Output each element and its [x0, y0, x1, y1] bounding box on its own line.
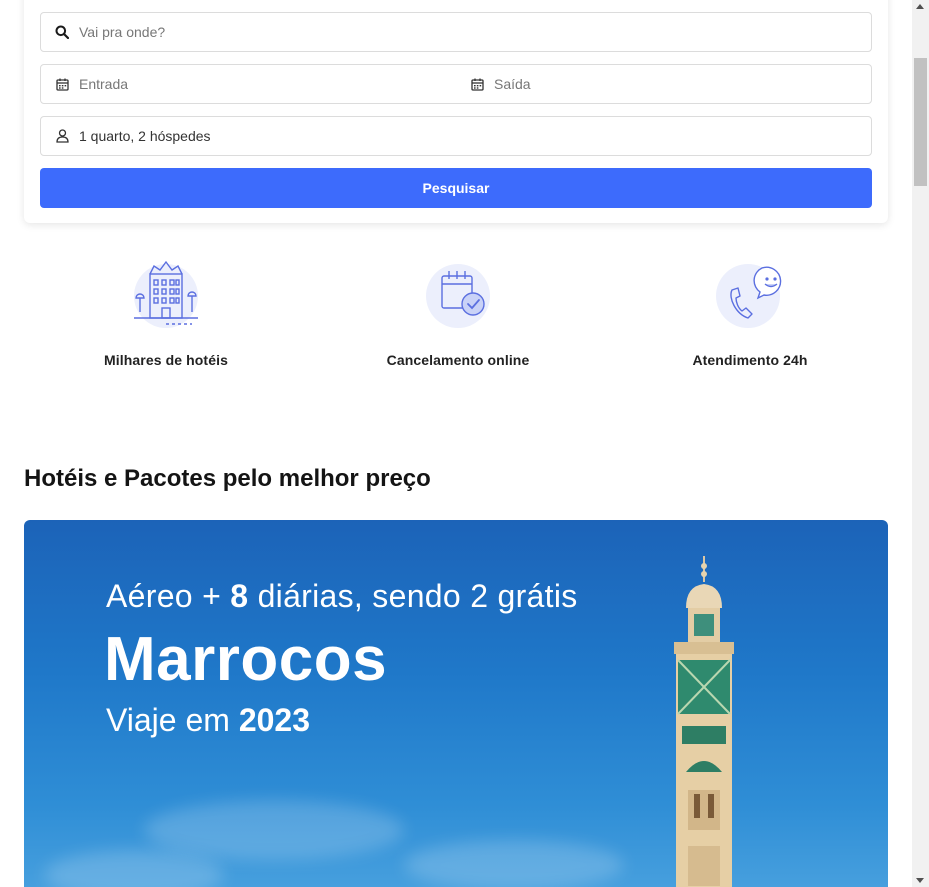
page-scrollbar[interactable] [912, 0, 929, 887]
banner-destination: Marrocos [104, 625, 388, 694]
calendar-icon [470, 77, 484, 91]
banner-line1: Aéreo + 8 diárias, sendo 2 grátis [106, 578, 578, 614]
checkin-field[interactable]: Entrada [41, 76, 456, 92]
search-card: Vai pra onde? Entrada Saída 1 quarto, 2 … [24, 0, 888, 223]
feature-hotels: Milhares de hotéis [20, 254, 312, 384]
scrollbar-thumb[interactable] [914, 58, 927, 186]
feature-label: Cancelamento online [386, 352, 530, 368]
scroll-down-icon[interactable] [916, 878, 924, 883]
feature-cancel: Cancelamento online [312, 254, 604, 384]
feature-label: Atendimento 24h [692, 352, 808, 368]
banner-line3: Viaje em 2023 [106, 702, 310, 738]
feature-label: Milhares de hotéis [104, 352, 228, 368]
phone-chat-icon [710, 254, 790, 334]
page: Vai pra onde? Entrada Saída 1 quarto, 2 … [0, 0, 912, 887]
hotel-building-icon [126, 254, 206, 334]
features-row: Milhares de hotéis Cancelamento online A… [20, 254, 896, 384]
calendar-check-icon [418, 254, 498, 334]
dates-field: Entrada Saída [40, 64, 872, 104]
user-icon [55, 129, 69, 143]
search-button[interactable]: Pesquisar [40, 168, 872, 208]
destination-field[interactable]: Vai pra onde? [40, 12, 872, 52]
feature-support: Atendimento 24h [604, 254, 896, 384]
section-title: Hotéis e Pacotes pelo melhor preço [24, 465, 431, 492]
guests-value: 1 quarto, 2 hóspedes [79, 128, 211, 144]
promo-banner[interactable]: Aéreo + 8 diárias, sendo 2 grátis Marroc… [24, 520, 888, 887]
scroll-up-icon[interactable] [916, 4, 924, 9]
checkout-placeholder: Saída [494, 76, 531, 92]
search-icon [55, 25, 69, 39]
checkout-field[interactable]: Saída [456, 76, 871, 92]
guests-field[interactable]: 1 quarto, 2 hóspedes [40, 116, 872, 156]
minaret-image [674, 556, 734, 887]
calendar-icon [55, 77, 69, 91]
checkin-placeholder: Entrada [79, 76, 129, 92]
destination-placeholder: Vai pra onde? [79, 24, 166, 40]
